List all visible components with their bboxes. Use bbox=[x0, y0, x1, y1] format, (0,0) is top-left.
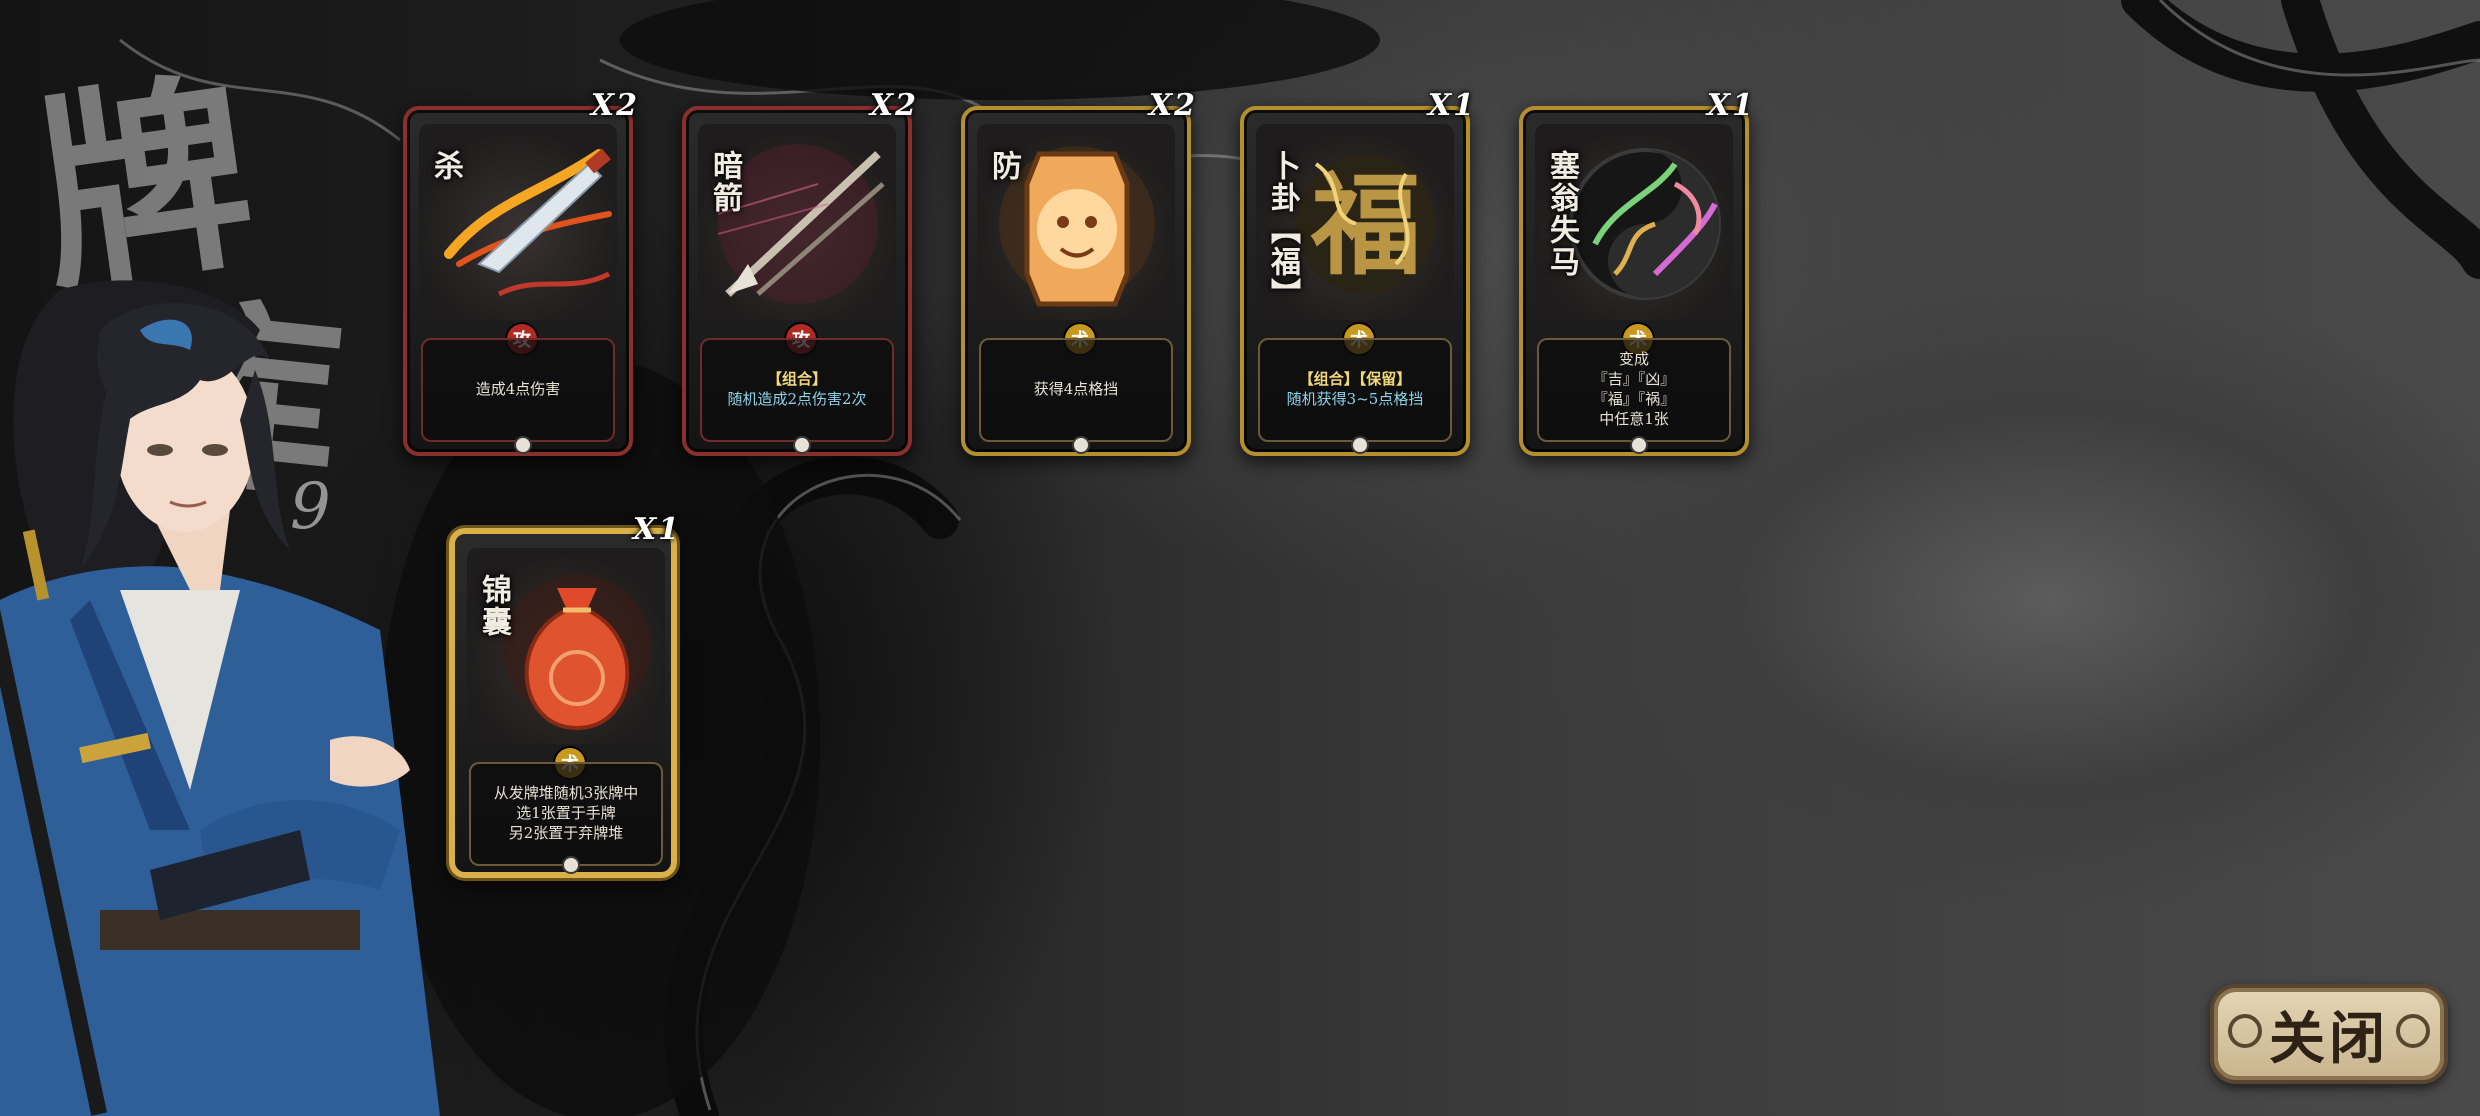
card-count: X2 bbox=[590, 88, 639, 123]
card-pip-icon bbox=[1351, 436, 1369, 454]
card-description: 获得4点格挡 bbox=[979, 338, 1173, 442]
character-portrait bbox=[0, 280, 440, 1116]
card-name: 防 bbox=[986, 150, 1021, 182]
deck-view-screen: 牌 库 9 bbox=[0, 0, 2480, 1116]
card-desc-line: 随机造成2点伤害2次 bbox=[727, 390, 867, 408]
card-desc-line: 从发牌堆随机3张牌中 bbox=[493, 783, 639, 802]
card-desc-line: 随机获得3~5点格挡 bbox=[1286, 390, 1424, 408]
close-button[interactable]: 关闭 bbox=[2210, 984, 2448, 1084]
card-anjian[interactable]: 暗箭 X2 攻 【组合】 随机造成2点伤害2次 bbox=[682, 88, 916, 456]
card-desc-line: 变成 bbox=[1618, 349, 1649, 368]
card-tags: 【组合】 bbox=[766, 369, 827, 388]
card-description: 【组合】【保留】 随机获得3~5点格挡 bbox=[1258, 338, 1452, 442]
card-description: 变成 『吉』『凶』 『福』『祸』 中任意1张 bbox=[1537, 338, 1731, 442]
card-desc-line: 选1张置于手牌 bbox=[516, 803, 616, 822]
card-pip-icon bbox=[1072, 436, 1090, 454]
card-name: 锦囊 bbox=[476, 574, 511, 638]
card-description: 【组合】 随机造成2点伤害2次 bbox=[700, 338, 894, 442]
swirl-ornament-icon bbox=[2228, 1014, 2262, 1048]
card-pip-icon bbox=[562, 856, 580, 874]
card-count: X1 bbox=[1706, 88, 1755, 123]
deck-title-char-1: 牌 bbox=[23, 47, 267, 322]
card-fang[interactable]: 防 X2 术 获得4点格挡 bbox=[961, 88, 1195, 456]
card-count: X2 bbox=[869, 88, 918, 123]
card-count: X1 bbox=[1427, 88, 1476, 123]
card-desc-line: 获得4点格挡 bbox=[1033, 379, 1119, 398]
card-name: 卜卦【福】 bbox=[1265, 150, 1300, 310]
card-name: 暗箭 bbox=[707, 150, 742, 214]
card-saiweng-shima[interactable]: 塞翁失马 X1 术 变成 『吉』『凶』 『福』『祸』 中任意1张 bbox=[1519, 88, 1753, 456]
card-count: X2 bbox=[1148, 88, 1197, 123]
card-desc-line: 『福』『祸』 bbox=[1592, 390, 1676, 408]
card-jinnang[interactable]: 锦囊 X1 术 从发牌堆随机3张牌中 选1张置于手牌 另2张置于弃牌堆 bbox=[449, 512, 679, 878]
close-button-label: 关闭 bbox=[2269, 1005, 2389, 1072]
card-pip-icon bbox=[793, 436, 811, 454]
card-pip-icon bbox=[1630, 436, 1648, 454]
card-name: 塞翁失马 bbox=[1544, 150, 1579, 278]
card-pip-icon bbox=[514, 436, 532, 454]
card-bugua-fu[interactable]: 福 卜卦【福】 X1 术 【组合】【保留】 随机获得3~5点格挡 bbox=[1240, 88, 1474, 456]
card-description: 从发牌堆随机3张牌中 选1张置于手牌 另2张置于弃牌堆 bbox=[469, 762, 663, 866]
card-sha[interactable]: 杀 X2 攻 造成4点伤害 bbox=[403, 88, 637, 456]
card-tags: 【组合】【保留】 bbox=[1298, 369, 1412, 388]
card-description: 造成4点伤害 bbox=[421, 338, 615, 442]
card-count: X1 bbox=[632, 512, 681, 547]
card-desc-line: 中任意1张 bbox=[1599, 410, 1669, 429]
swirl-ornament-icon bbox=[2396, 1014, 2430, 1048]
card-desc-line: 造成4点伤害 bbox=[475, 379, 561, 398]
card-name: 杀 bbox=[428, 150, 463, 182]
card-desc-line: 另2张置于弃牌堆 bbox=[508, 824, 624, 843]
card-desc-line: 『吉』『凶』 bbox=[1592, 369, 1676, 388]
